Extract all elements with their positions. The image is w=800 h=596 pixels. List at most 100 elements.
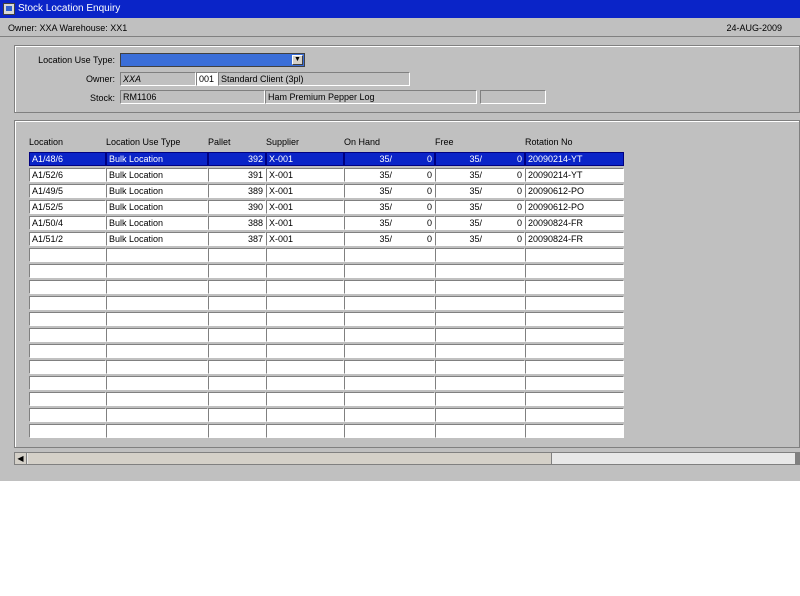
supplier-cell[interactable] <box>266 360 344 374</box>
supplier-cell[interactable] <box>266 248 344 262</box>
pallet-cell[interactable]: 388 <box>208 216 266 230</box>
rotation-cell[interactable]: 20090214-YT <box>525 152 624 166</box>
scroll-left-arrow-icon[interactable]: ◀ <box>15 453 27 464</box>
horizontal-scrollbar[interactable]: ◀ <box>14 452 800 465</box>
pallet-cell[interactable] <box>208 296 266 310</box>
owner-code-field[interactable]: XXA <box>120 72 196 86</box>
on-hand-cell[interactable]: 35/0 <box>344 232 435 246</box>
rotation-cell[interactable] <box>525 296 624 310</box>
pallet-cell[interactable] <box>208 360 266 374</box>
rotation-cell[interactable] <box>525 264 624 278</box>
pallet-cell[interactable]: 392 <box>208 152 266 166</box>
free-cell[interactable] <box>435 328 525 342</box>
supplier-cell[interactable]: X-001 <box>266 232 344 246</box>
supplier-cell[interactable] <box>266 424 344 438</box>
supplier-cell[interactable]: X-001 <box>266 184 344 198</box>
pallet-cell[interactable] <box>208 408 266 422</box>
location-cell[interactable]: A1/48/6 <box>29 152 106 166</box>
use-type-cell[interactable]: Bulk Location <box>106 168 208 182</box>
scroll-thumb[interactable] <box>28 453 552 464</box>
location-cell[interactable] <box>29 296 106 310</box>
use-type-cell[interactable]: Bulk Location <box>106 216 208 230</box>
on-hand-cell[interactable] <box>344 328 435 342</box>
pallet-cell[interactable] <box>208 328 266 342</box>
pallet-cell[interactable] <box>208 264 266 278</box>
supplier-cell[interactable] <box>266 312 344 326</box>
free-cell[interactable] <box>435 424 525 438</box>
pallet-cell[interactable]: 387 <box>208 232 266 246</box>
free-cell[interactable] <box>435 376 525 390</box>
on-hand-cell[interactable]: 35/0 <box>344 216 435 230</box>
pallet-cell[interactable] <box>208 376 266 390</box>
pallet-cell[interactable] <box>208 280 266 294</box>
use-type-cell[interactable] <box>106 296 208 310</box>
free-cell[interactable]: 35/0 <box>435 184 525 198</box>
rotation-cell[interactable] <box>525 312 624 326</box>
supplier-cell[interactable] <box>266 264 344 278</box>
location-cell[interactable] <box>29 408 106 422</box>
free-cell[interactable] <box>435 392 525 406</box>
free-cell[interactable]: 35/0 <box>435 168 525 182</box>
free-cell[interactable]: 35/0 <box>435 200 525 214</box>
pallet-cell[interactable]: 389 <box>208 184 266 198</box>
free-cell[interactable] <box>435 312 525 326</box>
supplier-cell[interactable] <box>266 392 344 406</box>
free-cell[interactable]: 35/0 <box>435 216 525 230</box>
supplier-cell[interactable]: X-001 <box>266 152 344 166</box>
dropdown-arrow-icon[interactable]: ▼ <box>292 55 303 65</box>
supplier-cell[interactable] <box>266 344 344 358</box>
use-type-cell[interactable] <box>106 376 208 390</box>
location-cell[interactable] <box>29 344 106 358</box>
free-cell[interactable] <box>435 248 525 262</box>
use-type-cell[interactable] <box>106 280 208 294</box>
supplier-cell[interactable] <box>266 280 344 294</box>
on-hand-cell[interactable] <box>344 280 435 294</box>
use-type-cell[interactable] <box>106 360 208 374</box>
location-cell[interactable]: A1/52/5 <box>29 200 106 214</box>
supplier-cell[interactable]: X-001 <box>266 200 344 214</box>
use-type-cell[interactable]: Bulk Location <box>106 152 208 166</box>
rotation-cell[interactable] <box>525 392 624 406</box>
location-cell[interactable] <box>29 392 106 406</box>
use-type-cell[interactable] <box>106 312 208 326</box>
on-hand-cell[interactable] <box>344 248 435 262</box>
rotation-cell[interactable] <box>525 424 624 438</box>
free-cell[interactable]: 35/0 <box>435 152 525 166</box>
pallet-cell[interactable] <box>208 424 266 438</box>
supplier-cell[interactable] <box>266 376 344 390</box>
pallet-cell[interactable] <box>208 312 266 326</box>
on-hand-cell[interactable] <box>344 344 435 358</box>
free-cell[interactable] <box>435 344 525 358</box>
free-cell[interactable]: 35/0 <box>435 232 525 246</box>
on-hand-cell[interactable] <box>344 264 435 278</box>
on-hand-cell[interactable] <box>344 296 435 310</box>
use-type-cell[interactable] <box>106 264 208 278</box>
use-type-cell[interactable]: Bulk Location <box>106 184 208 198</box>
rotation-cell[interactable] <box>525 248 624 262</box>
location-cell[interactable] <box>29 328 106 342</box>
client-code-field[interactable]: 001 <box>196 72 218 86</box>
rotation-cell[interactable]: 20090214-YT <box>525 168 624 182</box>
rotation-cell[interactable] <box>525 328 624 342</box>
use-type-cell[interactable] <box>106 328 208 342</box>
on-hand-cell[interactable] <box>344 312 435 326</box>
use-type-cell[interactable] <box>106 392 208 406</box>
supplier-cell[interactable] <box>266 296 344 310</box>
stock-code-field[interactable]: RM1106 <box>120 90 265 104</box>
location-cell[interactable] <box>29 376 106 390</box>
on-hand-cell[interactable] <box>344 424 435 438</box>
free-cell[interactable] <box>435 360 525 374</box>
use-type-cell[interactable] <box>106 344 208 358</box>
rotation-cell[interactable]: 20090612-PO <box>525 184 624 198</box>
rotation-cell[interactable] <box>525 376 624 390</box>
location-cell[interactable] <box>29 360 106 374</box>
pallet-cell[interactable]: 390 <box>208 200 266 214</box>
rotation-cell[interactable]: 20090612-PO <box>525 200 624 214</box>
use-type-cell[interactable] <box>106 248 208 262</box>
location-cell[interactable] <box>29 264 106 278</box>
free-cell[interactable] <box>435 264 525 278</box>
on-hand-cell[interactable] <box>344 360 435 374</box>
on-hand-cell[interactable]: 35/0 <box>344 168 435 182</box>
pallet-cell[interactable] <box>208 392 266 406</box>
supplier-cell[interactable]: X-001 <box>266 168 344 182</box>
